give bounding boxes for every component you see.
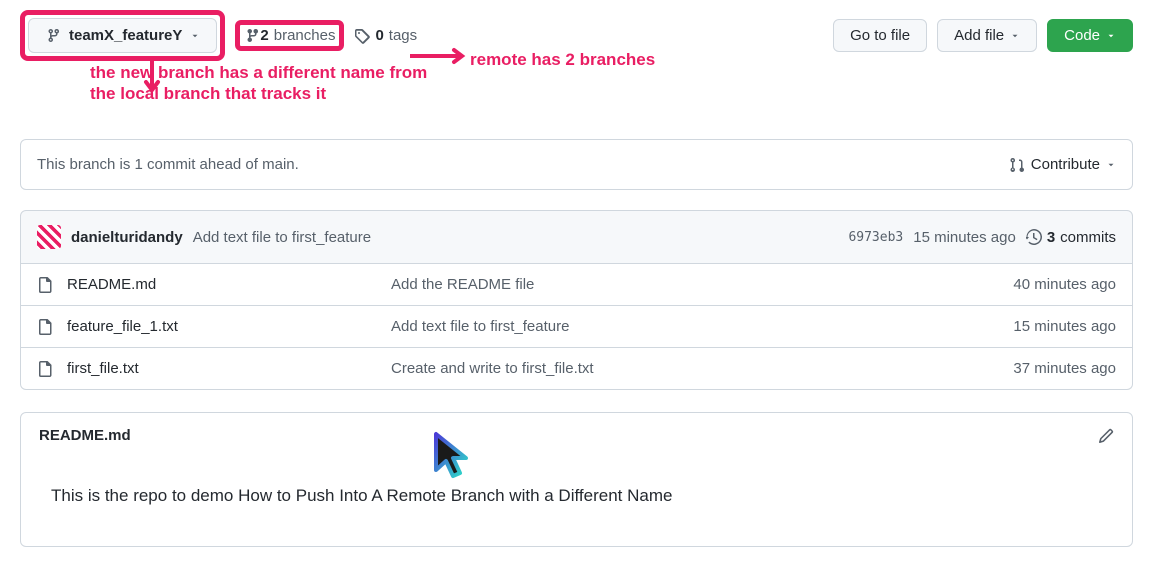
branch-icon	[244, 28, 260, 44]
caret-down-icon	[1106, 31, 1116, 41]
avatar[interactable]	[37, 225, 61, 249]
tags-label: tags	[389, 27, 417, 44]
branch-name: teamX_featureY	[69, 27, 182, 44]
annotation-branches: remote has 2 branches	[470, 50, 655, 70]
commit-sha[interactable]: 6973eb3	[848, 230, 903, 245]
file-icon	[37, 319, 53, 335]
history-icon	[1026, 229, 1042, 245]
commits-link[interactable]: 3 commits	[1026, 229, 1116, 246]
pull-request-icon	[1009, 157, 1025, 173]
file-name[interactable]: feature_file_1.txt	[67, 318, 377, 335]
caret-down-icon	[1106, 160, 1116, 170]
commit-header: danielturidandy Add text file to first_f…	[20, 210, 1133, 264]
file-row[interactable]: feature_file_1.txt Add text file to firs…	[21, 305, 1132, 347]
file-commit-msg[interactable]: Add the README file	[391, 276, 999, 293]
caret-down-icon	[1010, 31, 1020, 41]
commits-count: 3	[1047, 229, 1055, 246]
commits-label: commits	[1060, 229, 1116, 246]
top-bar: teamX_featureY 2 branches 0 tags Go to f…	[20, 10, 1133, 61]
commit-time: 15 minutes ago	[913, 229, 1016, 246]
caret-down-icon	[190, 31, 200, 41]
branch-selector[interactable]: teamX_featureY	[28, 18, 217, 53]
contribute-button[interactable]: Contribute	[1009, 156, 1116, 173]
readme-header: README.md	[21, 413, 1132, 458]
file-row[interactable]: first_file.txt Create and write to first…	[21, 347, 1132, 389]
go-to-file-button[interactable]: Go to file	[833, 19, 927, 52]
readme-box: README.md This is the repo to demo How t…	[20, 412, 1133, 547]
branches-label: branches	[274, 27, 336, 44]
annotation-arrow-down-icon	[142, 60, 162, 96]
readme-filename[interactable]: README.md	[39, 427, 131, 444]
branch-status-text: This branch is 1 commit ahead of main.	[37, 156, 299, 173]
file-list: README.md Add the README file 40 minutes…	[20, 264, 1133, 390]
branches-link[interactable]: 2 branches	[260, 27, 335, 44]
annotation-highlight-branch: teamX_featureY	[20, 10, 225, 61]
pencil-icon[interactable]	[1098, 428, 1114, 444]
file-time: 37 minutes ago	[1013, 360, 1116, 377]
readme-content: This is the repo to demo How to Push Int…	[21, 458, 1132, 546]
file-row[interactable]: README.md Add the README file 40 minutes…	[21, 264, 1132, 305]
tag-icon	[354, 28, 370, 44]
file-icon	[37, 361, 53, 377]
file-name[interactable]: first_file.txt	[67, 360, 377, 377]
file-name[interactable]: README.md	[67, 276, 377, 293]
branch-icon	[45, 28, 61, 44]
annotation-highlight-branches: 2 branches	[235, 20, 344, 51]
file-time: 40 minutes ago	[1013, 276, 1116, 293]
commit-author[interactable]: danielturidandy	[71, 229, 183, 246]
file-time: 15 minutes ago	[1013, 318, 1116, 335]
file-commit-msg[interactable]: Add text file to first_feature	[391, 318, 999, 335]
file-commit-msg[interactable]: Create and write to first_file.txt	[391, 360, 999, 377]
annotation-arrow-right-icon	[410, 46, 470, 66]
tags-link[interactable]: 0 tags	[354, 27, 417, 44]
file-icon	[37, 277, 53, 293]
branch-status-box: This branch is 1 commit ahead of main. C…	[20, 139, 1133, 190]
commit-message[interactable]: Add text file to first_feature	[193, 229, 371, 246]
tags-count: 0	[375, 27, 383, 44]
code-button[interactable]: Code	[1047, 19, 1133, 52]
add-file-button[interactable]: Add file	[937, 19, 1037, 52]
branches-count: 2	[260, 27, 268, 44]
